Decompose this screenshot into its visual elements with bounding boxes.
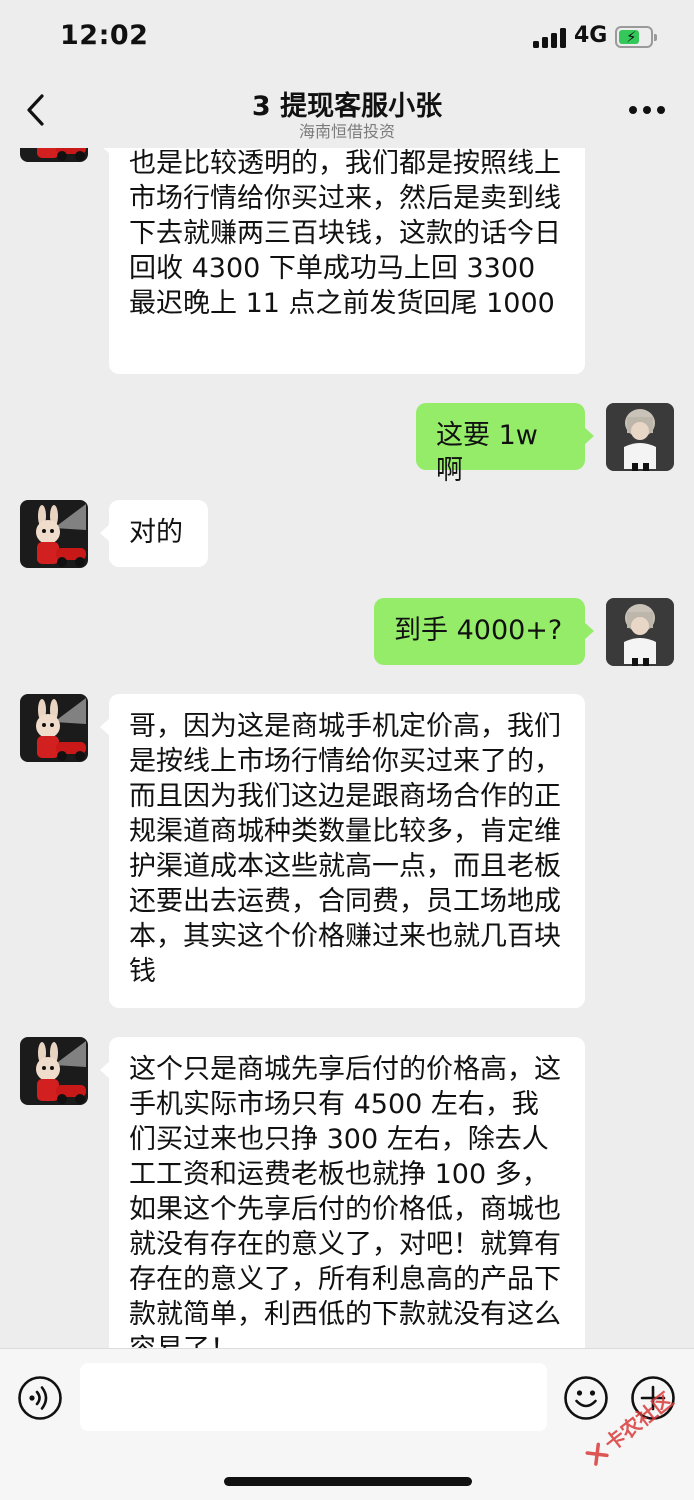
agent-message-bubble[interactable]: 也是比较透明的，我们都是按照线上市场行情给你买过来，然后是卖到线下去就赚两三百块… xyxy=(100,112,585,374)
message-text: 哥，因为这是商城手机定价高，我们是按线上市场行情给你买过来了的，而且因为我们这边… xyxy=(129,711,561,987)
agent-avatar-image xyxy=(20,694,88,762)
agent-avatar-image xyxy=(20,1037,88,1105)
agent-avatar[interactable] xyxy=(20,500,88,568)
agent-avatar[interactable] xyxy=(20,694,88,762)
message-text: 这个只是商城先享后付的价格高，这手机实际市场只有 4500 左右，我们买过来也只… xyxy=(129,1054,561,1348)
message-text: 也是比较透明的，我们都是按照线上市场行情给你买过来，然后是卖到线下去就赚两三百块… xyxy=(129,148,561,319)
agent-avatar-image xyxy=(20,500,88,568)
voice-icon[interactable] xyxy=(17,1375,63,1421)
chat-header: 3 提现客服小张 海南恒借投资 xyxy=(0,76,694,148)
battery-icon: ⚡ xyxy=(615,26,657,48)
agent-avatar[interactable] xyxy=(20,1037,88,1105)
chat-area[interactable]: 也是比较透明的，我们都是按照线上市场行情给你买过来，然后是卖到线下去就赚两三百块… xyxy=(0,0,694,1348)
message-text: 这要 1w 啊 xyxy=(436,420,538,486)
agent-message-bubble[interactable]: 这个只是商城先享后付的价格高，这手机实际市场只有 4500 左右，我们买过来也只… xyxy=(100,1037,585,1348)
agent-message-bubble[interactable]: 哥，因为这是商城手机定价高，我们是按线上市场行情给你买过来了的，而且因为我们这边… xyxy=(100,694,585,1008)
charging-bolt-icon: ⚡ xyxy=(626,28,637,46)
my-avatar[interactable] xyxy=(606,403,674,471)
message-text: 对的 xyxy=(129,517,183,548)
my-message-bubble[interactable]: 这要 1w 啊 xyxy=(416,403,594,486)
my-message-bubble[interactable]: 到手 4000+? xyxy=(374,598,594,665)
home-indicator xyxy=(224,1477,472,1486)
message-text: 到手 4000+? xyxy=(394,615,563,646)
message-input[interactable] xyxy=(80,1363,547,1431)
user-avatar-image xyxy=(606,403,674,471)
more-dots-icon[interactable] xyxy=(624,102,670,118)
emoji-icon[interactable] xyxy=(563,1375,609,1421)
status-bar: 12:02 4G ⚡ xyxy=(0,0,694,76)
user-avatar-image xyxy=(606,598,674,666)
status-time: 12:02 xyxy=(60,20,149,51)
network-type: 4G xyxy=(574,23,608,48)
my-avatar[interactable] xyxy=(606,598,674,666)
chat-subtitle: 海南恒借投资 xyxy=(298,122,395,141)
input-bar xyxy=(0,1348,694,1500)
agent-message-bubble[interactable]: 对的 xyxy=(100,500,208,567)
signal-strength-icon xyxy=(533,28,567,48)
